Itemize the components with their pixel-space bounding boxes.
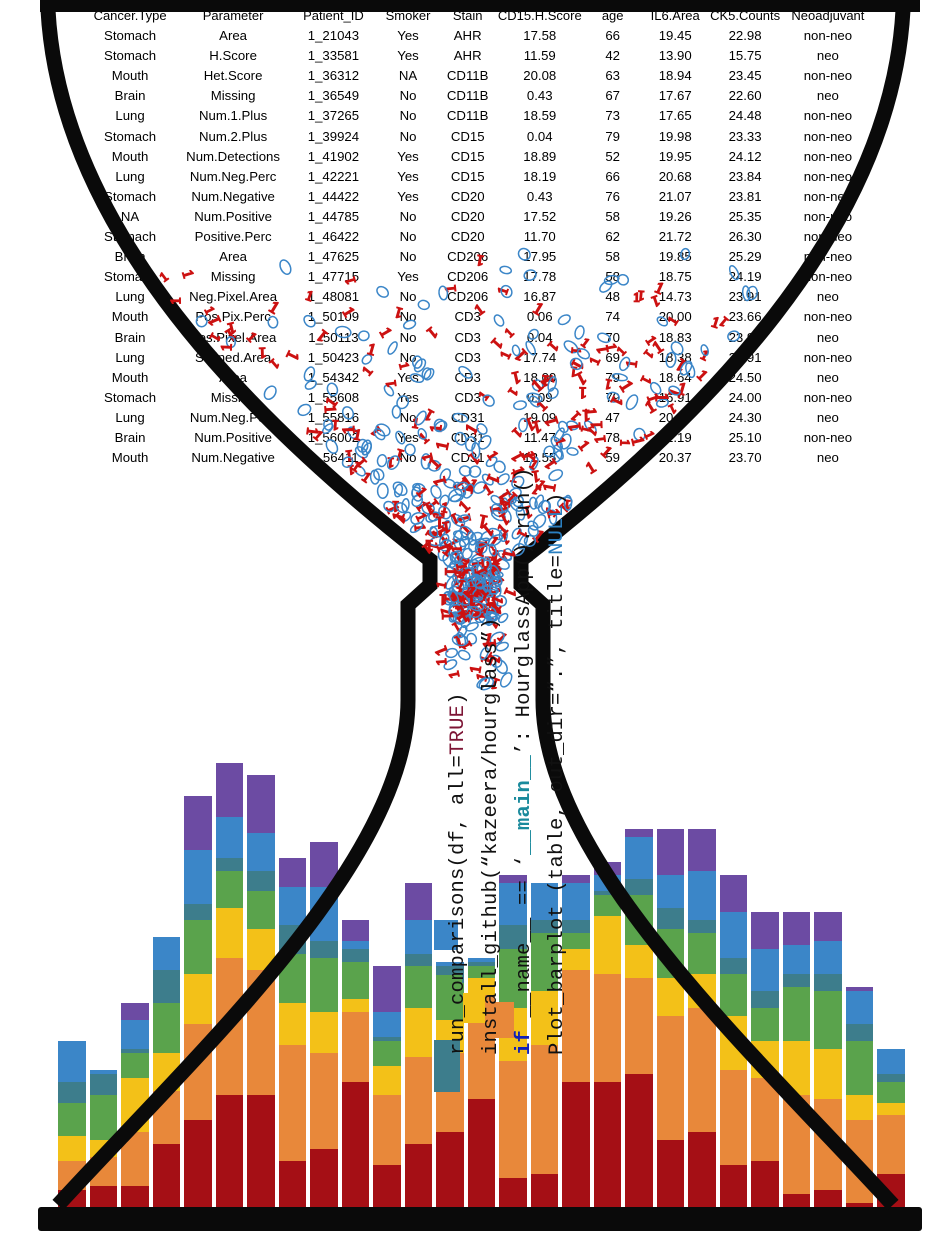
code-token: install_github(“kazeera/hourglass”) <box>480 617 503 1055</box>
code-token: if <box>513 1029 536 1055</box>
line-4: Plot_barplot (table, out_dir=“.”, title=… <box>546 492 569 1055</box>
code-token: __name__ == ‘ <box>513 854 536 1030</box>
line-3: if __name__ == ‘__main__’: HourglassApp(… <box>513 467 536 1055</box>
line-2: install_github(“kazeera/hourglass”) <box>480 617 503 1055</box>
code-token: ’: HourglassApp().run() <box>513 467 536 755</box>
hourglass-figure: Cancer.Type Parameter Patient_ID Smoker Stai… <box>0 0 951 1233</box>
line-1: run_comparisons(df, all=TRUE) <box>447 692 470 1055</box>
code-snippet-layer: run_comparisons(df, all=TRUE) install_git… <box>0 0 951 1233</box>
code-token: ) <box>447 692 470 705</box>
code-token: run_comparisons(df, all= <box>447 754 470 1055</box>
code-token: TRUE <box>447 704 470 755</box>
code-token: __main__ <box>513 754 536 855</box>
code-token: NULL <box>546 504 569 555</box>
code-token: ) <box>546 492 569 505</box>
code-token: Plot_barplot (table, out_dir=“.”, title= <box>546 554 569 1055</box>
